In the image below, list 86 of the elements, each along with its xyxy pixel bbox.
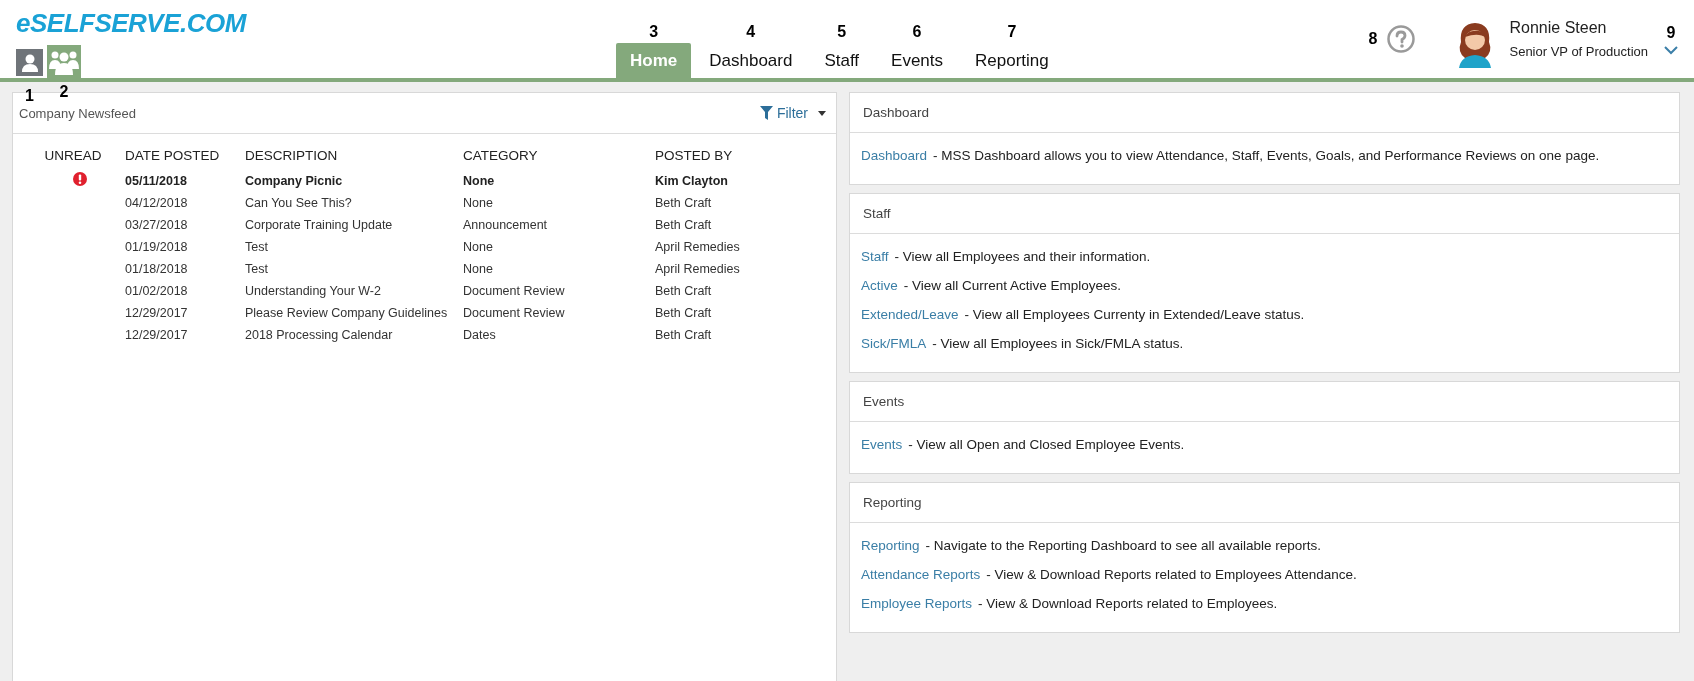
table-cell: Company Picnic (245, 169, 463, 192)
callout-number: 3 (649, 23, 659, 41)
help-icon[interactable] (1387, 25, 1416, 53)
callout-number: 6 (912, 23, 922, 41)
page-link[interactable]: Dashboard (861, 141, 928, 170)
table-cell: 05/11/2018 (125, 169, 245, 192)
table-cell-text: Beth Craft (655, 327, 713, 344)
table-cell: 01/19/2018 (125, 236, 245, 258)
callout-number: 5 (837, 23, 847, 41)
user-name: Ronnie Steen (1509, 19, 1608, 37)
panel-title: Reporting (863, 495, 922, 510)
nav-tab[interactable]: Staff (810, 43, 874, 78)
table-cell: 01/02/2018 (125, 280, 245, 302)
panel-title: Dashboard (863, 105, 930, 120)
nav-tab[interactable]: Home (616, 43, 692, 78)
page-link[interactable]: Attendance Reports (861, 560, 981, 589)
table-cell-text: 12/29/2017 (125, 305, 189, 322)
single-view-button[interactable] (16, 49, 43, 76)
user-role: Senior VP of Production (1509, 44, 1648, 59)
page-link[interactable]: Active (861, 271, 898, 300)
callout-number: 7 (1007, 23, 1017, 41)
chevron-down-icon[interactable] (1664, 45, 1678, 55)
table-cell-text: Dates (463, 327, 497, 344)
table-cell-text: April Remedies (655, 239, 740, 256)
table-cell-text: Kim Clayton (655, 172, 729, 190)
link-description: - View all Employees in Sick/FMLA status. (932, 335, 1184, 353)
column-header: POSTED BY (655, 148, 734, 165)
table-cell-text: Test (245, 239, 269, 256)
table-cell-text: Document Review (463, 283, 566, 300)
table-cell: None (463, 236, 655, 258)
page-link[interactable]: Events (861, 430, 903, 459)
table-cell-text: April Remedies (655, 261, 740, 278)
link-description: - View & Download Reports related to Employees. (978, 595, 1278, 613)
table-cell: 04/12/2018 (125, 192, 245, 214)
nav-tab[interactable]: Events (877, 43, 958, 78)
filter-icon (759, 106, 773, 120)
table-cell: 01/18/2018 (125, 258, 245, 280)
table-cell-text: Announcement (463, 217, 549, 234)
page-link[interactable]: Reporting (861, 531, 920, 560)
link-description: - Navigate to the Reporting Dashboard to see all available reports. (925, 537, 1322, 555)
caret-icon[interactable] (818, 110, 826, 116)
table-cell: Corporate Training Update (245, 214, 463, 236)
table-cell-text: Beth Craft (655, 195, 713, 212)
panel-title: Company Newsfeed (19, 105, 137, 121)
table-cell-text: None (463, 195, 494, 212)
table-cell-text: 2018 Processing Calendar (245, 327, 394, 344)
table-cell: 12/29/2017 (125, 324, 245, 346)
callout-number: 8 (1368, 30, 1378, 48)
table-cell-text: Test (245, 261, 269, 278)
callout-number: 2 (59, 83, 69, 101)
table-cell: None (463, 169, 655, 192)
table-cell-text: Can You See This? (245, 195, 353, 212)
link-description: - View all Current Active Employees. (903, 277, 1122, 295)
table-cell: 03/27/2018 (125, 214, 245, 236)
page-link[interactable]: Extended/Leave (861, 300, 959, 329)
table-cell-text: Understanding Your W-2 (245, 283, 382, 300)
table-cell: None (463, 258, 655, 280)
callout-number: 4 (746, 23, 756, 41)
table-cell-text: Please Review Company Guidelines (245, 305, 449, 322)
filter-button[interactable]: Filter (759, 105, 808, 121)
column-header: DATE POSTED (125, 148, 221, 165)
callout-number: 9 (1666, 23, 1676, 42)
nav-tab[interactable]: Dashboard (695, 43, 807, 78)
panel-title: Staff (863, 206, 891, 221)
nav-tab[interactable]: Reporting (961, 43, 1063, 78)
link-description: - View all Employees and their information. (894, 248, 1151, 266)
page-link[interactable]: Sick/FMLA (861, 329, 927, 358)
page-link[interactable]: Employee Reports (861, 589, 973, 618)
column-header: UNREAD (43, 148, 103, 165)
link-description: - MSS Dashboard allows you to view Attendance, Staff, Events, Goals, and Performance Reviews on one page. (933, 147, 1600, 165)
link-description: - View & Download Reports related to Employees Attendance. (986, 566, 1357, 584)
table-cell-text: Beth Craft (655, 283, 713, 300)
panel-title: Events (863, 394, 905, 409)
column-header: CATEGORY (463, 148, 539, 165)
page-link[interactable]: Staff (861, 242, 889, 271)
callout-number: 1 (25, 87, 34, 105)
person-icon (20, 52, 39, 73)
table-cell-text: Beth Craft (655, 305, 713, 322)
logo: eSELFSERVE.COM (16, 8, 248, 39)
table-cell-text: Beth Craft (655, 217, 713, 234)
group-view-button[interactable] (47, 45, 81, 78)
alert-icon (73, 172, 87, 186)
column-header: DESCRIPTION (245, 148, 463, 169)
table-cell-text: Document Review (463, 305, 566, 322)
link-description: - View all Open and Closed Employee Events. (908, 436, 1185, 454)
link-description: - View all Employees Currenty in Extended/Leave status. (964, 306, 1305, 324)
